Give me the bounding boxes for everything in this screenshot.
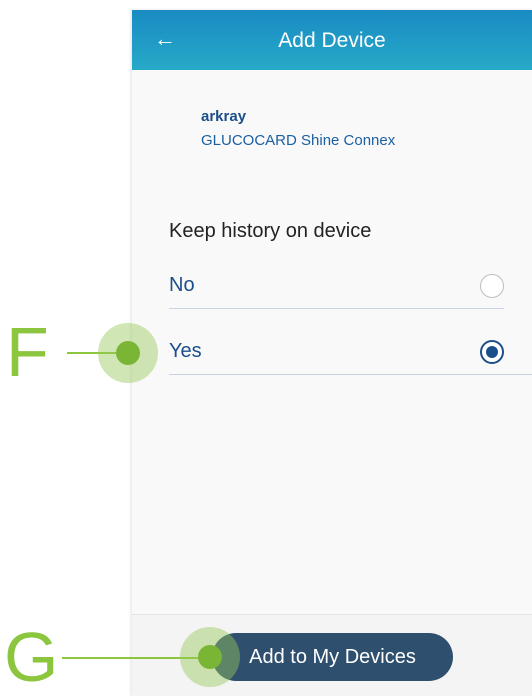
history-option-yes-label: Yes	[169, 340, 202, 362]
history-section-title: Keep history on device	[169, 220, 372, 242]
page-title: Add Device	[278, 29, 386, 52]
annotation-f-dot	[116, 341, 140, 365]
annotation-f-label: F	[6, 313, 49, 391]
radio-selected-icon[interactable]	[480, 340, 504, 364]
annotation-g-dot	[198, 645, 222, 669]
add-to-my-devices-button[interactable]: Add to My Devices	[212, 633, 453, 681]
phone-screen: ← Add Device arkray GLUCOCARD Shine Conn…	[132, 10, 532, 696]
history-option-yes[interactable]: Yes	[169, 330, 532, 375]
device-model: GLUCOCARD Shine Connex	[201, 132, 396, 149]
history-option-no[interactable]: No	[169, 264, 504, 309]
annotation-f-marker	[98, 323, 158, 383]
radio-unselected-icon[interactable]	[480, 274, 504, 298]
app-bar: ← Add Device	[132, 10, 532, 70]
history-option-no-label: No	[169, 274, 195, 296]
radio-dot	[486, 346, 498, 358]
device-brand: arkray	[201, 108, 247, 125]
annotation-g-label: G	[4, 618, 59, 696]
annotation-g-marker	[180, 627, 240, 687]
